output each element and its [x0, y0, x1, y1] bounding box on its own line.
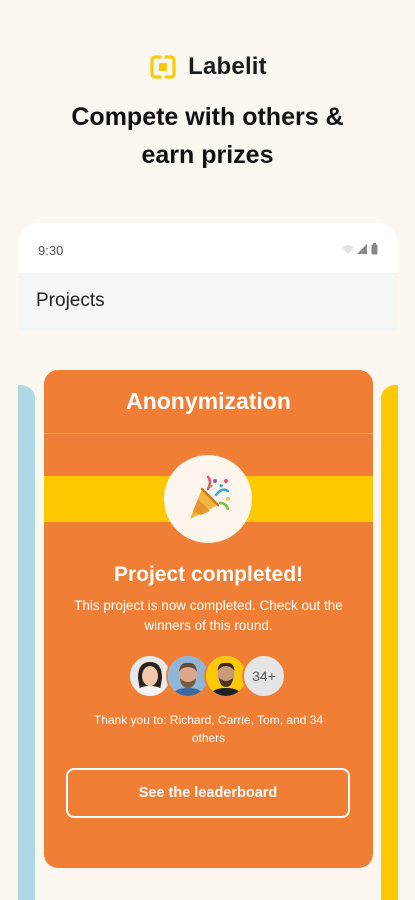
brand-name: Labelit — [188, 53, 267, 80]
battery-icon — [371, 243, 378, 255]
completed-title: Project completed! — [113, 563, 304, 586]
next-project-card[interactable] — [381, 385, 398, 900]
card-divider — [44, 433, 373, 434]
completed-description: This project is now completed. Check out… — [74, 598, 343, 633]
app-bar-title: Projects — [36, 290, 105, 311]
more-winners-badge: 34+ — [242, 654, 286, 698]
project-title: Anonymization — [126, 388, 291, 414]
signal-icon — [357, 243, 367, 254]
headline-line-2: earn prizes — [141, 141, 274, 169]
status-bar: 9:30 — [18, 223, 398, 273]
party-circle — [164, 455, 252, 543]
status-icons — [342, 243, 378, 255]
see-leaderboard-button[interactable]: See the leaderboard — [66, 768, 350, 818]
brand-header: Labelit — [0, 52, 415, 82]
phone-mockup: 9:30 Projects Anonymization Project comp… — [18, 223, 398, 900]
thanks-text: Thank you to: Richard, Carrie, Tom, and … — [93, 713, 324, 745]
party-popper-icon — [190, 475, 230, 519]
app-bar: Projects — [18, 273, 398, 331]
project-card: Anonymization Project completed! This pr… — [44, 370, 373, 868]
wifi-icon — [342, 244, 354, 254]
headline: Compete with others & earn prizes — [0, 98, 415, 174]
status-time: 9:30 — [38, 243, 64, 258]
previous-project-card[interactable] — [18, 385, 35, 900]
labelit-logo-icon — [150, 55, 176, 79]
headline-line-1: Compete with others & — [71, 103, 344, 131]
winner-avatars: 34+ — [128, 654, 286, 698]
